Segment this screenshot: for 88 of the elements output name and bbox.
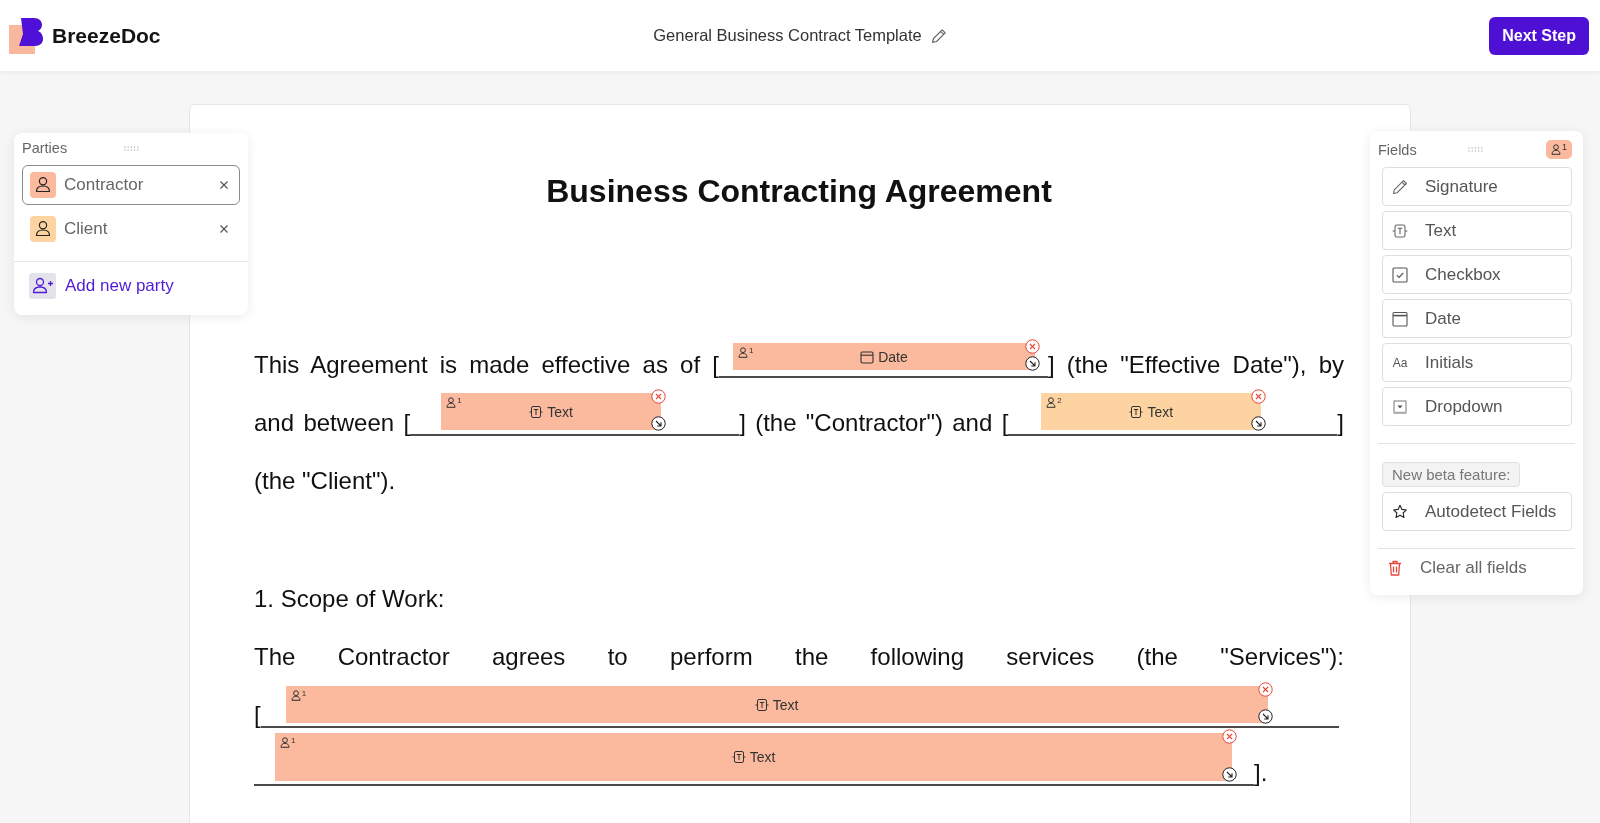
placed-field[interactable]: 1 Text xyxy=(285,686,1268,723)
autodetect-button[interactable]: Autodetect Fields xyxy=(1382,492,1572,531)
drag-handle-icon[interactable] xyxy=(1467,147,1483,152)
paragraph-text: The Contractor agrees to perform the following services (the "Services"): xyxy=(254,643,1344,670)
field-label: Text xyxy=(1147,404,1174,419)
party-item[interactable]: Client xyxy=(22,209,240,249)
fill-in-line[interactable] xyxy=(254,783,1254,786)
placed-field[interactable]: 1 Text xyxy=(441,393,662,430)
checkbox-icon xyxy=(1392,266,1408,283)
next-step-button[interactable]: Next Step xyxy=(1489,16,1589,55)
brand-name: BreezeDoc xyxy=(52,24,161,48)
placed-field[interactable]: 2 Text xyxy=(1041,393,1262,430)
paragraph-text: ]. xyxy=(1254,759,1268,786)
remove-icon[interactable] xyxy=(1251,389,1267,404)
paragraph-text: (the "Client"). xyxy=(254,467,396,494)
field-type-button[interactable]: Signature xyxy=(1382,167,1572,206)
field-type-button[interactable]: Dropdown xyxy=(1382,387,1572,426)
fill-in-line[interactable] xyxy=(718,375,1048,378)
field-type-button[interactable]: Aa Initials xyxy=(1382,343,1572,382)
beta-tag: New beta feature: xyxy=(1382,462,1521,487)
party-number: 1 xyxy=(457,397,462,405)
field-label: Text xyxy=(749,750,776,764)
resize-handle-icon[interactable] xyxy=(1222,767,1237,782)
field-type-button[interactable]: Checkbox xyxy=(1382,255,1572,294)
panel-title: Fields xyxy=(1378,141,1418,158)
resize-handle-icon[interactable] xyxy=(1024,356,1040,371)
party-badge[interactable]: 1 xyxy=(1546,140,1572,159)
paragraph-text: ] xyxy=(1337,409,1344,436)
party-number: 1 xyxy=(748,347,754,355)
field-type-button[interactable]: Text xyxy=(1382,211,1572,250)
remove-icon[interactable] xyxy=(1024,339,1040,354)
placed-field[interactable]: 1 Text xyxy=(275,733,1232,781)
text-field-icon xyxy=(1392,222,1408,239)
paragraph-text: [ xyxy=(254,701,261,728)
party-number: 1 xyxy=(301,690,307,698)
calendar-icon xyxy=(860,349,875,364)
party-number: 1 xyxy=(1562,142,1567,152)
paragraph-text: and between [ xyxy=(254,409,411,436)
paragraph-text: ] (the "Contractor") and [ xyxy=(739,409,1009,436)
party-item[interactable]: Contractor xyxy=(22,165,240,205)
field-label: Text xyxy=(547,404,573,419)
panel-title: Parties xyxy=(22,140,69,156)
resize-handle-icon[interactable] xyxy=(651,416,667,431)
person-icon xyxy=(737,347,748,358)
person-icon xyxy=(280,737,290,748)
calendar-icon xyxy=(1392,310,1408,327)
field-type-button[interactable]: Date xyxy=(1382,299,1572,338)
person-icon xyxy=(290,690,301,701)
party-name: Client xyxy=(64,219,109,239)
pencil-icon[interactable] xyxy=(930,27,947,44)
pencil-icon xyxy=(1392,178,1408,195)
placed-field[interactable]: 1 Date xyxy=(732,343,1035,370)
remove-icon[interactable] xyxy=(651,389,667,404)
section-heading: 1. Scope of Work: xyxy=(254,585,445,612)
resize-handle-icon[interactable] xyxy=(1251,416,1267,431)
add-person-icon xyxy=(29,273,56,299)
drag-handle-icon[interactable] xyxy=(123,145,139,151)
remove-icon[interactable] xyxy=(1257,682,1273,697)
party-number: 2 xyxy=(1057,397,1062,405)
logo-icon xyxy=(9,18,43,54)
field-label: Date xyxy=(878,349,908,364)
paragraph-text: ] (the "Effective Date"), by xyxy=(1047,351,1344,378)
document-title[interactable]: General Business Contract Template xyxy=(653,26,922,45)
resize-handle-icon[interactable] xyxy=(1257,709,1273,724)
paragraph-text: This Agreement is made effective as of [ xyxy=(254,351,719,378)
add-party-button[interactable]: Add new party xyxy=(22,262,240,310)
field-label: Text xyxy=(772,697,799,712)
text-field-icon xyxy=(1129,404,1144,419)
fill-in-line[interactable] xyxy=(410,433,740,436)
party-number: 1 xyxy=(291,737,296,745)
text-field-icon xyxy=(529,404,544,419)
text-field-icon xyxy=(731,750,746,764)
text-field-icon xyxy=(754,697,769,712)
dropdown-icon xyxy=(1393,399,1407,414)
trash-icon xyxy=(1388,560,1402,576)
remove-icon[interactable] xyxy=(1222,729,1237,744)
party-name: Contractor xyxy=(64,175,145,195)
close-icon[interactable] xyxy=(219,180,229,190)
person-icon xyxy=(1551,144,1561,155)
person-icon xyxy=(1046,397,1057,408)
fill-in-line[interactable] xyxy=(260,725,1339,728)
initials-symbol: Aa xyxy=(1392,355,1408,370)
person-icon xyxy=(446,397,457,408)
star-icon xyxy=(1392,503,1408,520)
close-icon[interactable] xyxy=(219,224,229,234)
document-heading: Business Contracting Agreement xyxy=(545,172,1053,211)
clear-fields-button[interactable]: Clear all fields xyxy=(1378,557,1572,579)
fill-in-line[interactable] xyxy=(1008,433,1338,436)
